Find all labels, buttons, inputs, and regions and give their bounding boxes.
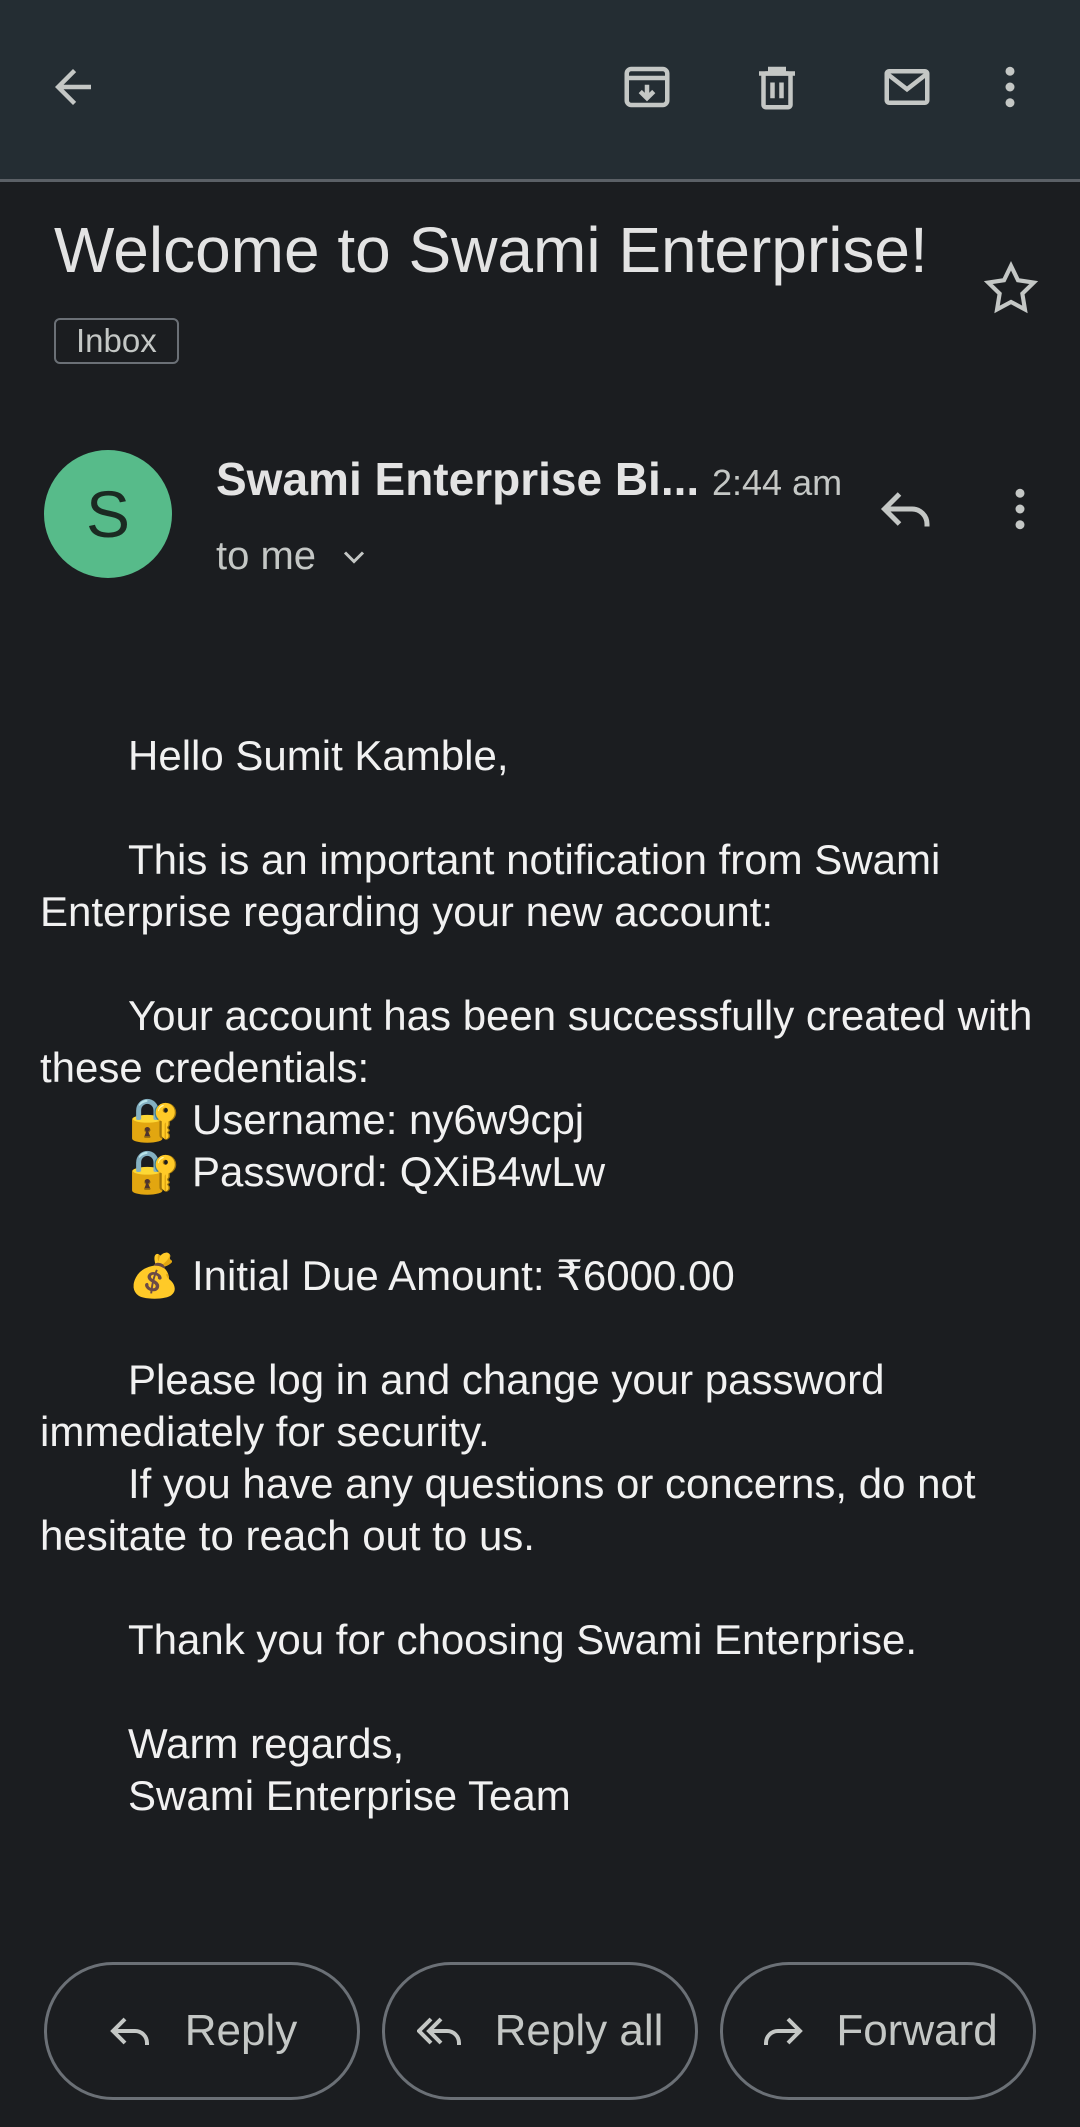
body-para-2: Your account has been successfully creat…: [40, 992, 1033, 1091]
reply-all-button[interactable]: Reply all: [382, 1962, 698, 2100]
reply-all-icon: [416, 2017, 461, 2045]
email-subject: Welcome to Swami Enterprise!: [54, 214, 928, 286]
more-vert-icon[interactable]: [980, 46, 1040, 128]
archive-icon[interactable]: [606, 46, 688, 128]
mark-unread-icon[interactable]: [866, 46, 948, 128]
action-bar: Reply Reply all Forward: [0, 1962, 1080, 2102]
reply-all-button-label: Reply all: [494, 2006, 664, 2055]
avatar-initial: S: [85, 477, 131, 551]
body-para-3: Please log in and change your password i…: [40, 1356, 885, 1455]
forward-button-label: Forward: [836, 2006, 998, 2055]
forward-icon: [764, 2017, 804, 2045]
delete-icon[interactable]: [736, 46, 818, 128]
reply-icon: [109, 2017, 149, 2045]
reply-button[interactable]: Reply: [44, 1962, 360, 2100]
inbox-label[interactable]: Inbox: [54, 318, 179, 364]
back-arrow-icon[interactable]: [32, 46, 114, 128]
avatar[interactable]: S: [44, 450, 172, 578]
password-line: 🔐 Password: QXiB4wLw: [128, 1148, 606, 1195]
star-icon[interactable]: [980, 258, 1050, 328]
username-line: 🔐 Username: ny6w9cpj: [128, 1096, 585, 1143]
body-closing: Warm regards,: [128, 1720, 405, 1767]
email-body: Hello Sumit Kamble, This is an important…: [40, 730, 1040, 1822]
forward-button[interactable]: Forward: [720, 1962, 1036, 2100]
reply-icon[interactable]: [868, 470, 946, 548]
body-signature: Swami Enterprise Team: [128, 1772, 571, 1819]
chevron-down-icon: [343, 550, 365, 564]
recipient-label: to me: [216, 534, 317, 578]
email-time: 2:44 am: [712, 462, 843, 503]
due-amount-line: 💰 Initial Due Amount: ₹6000.00: [128, 1252, 735, 1299]
body-greeting: Hello Sumit Kamble,: [128, 732, 509, 779]
reply-button-label: Reply: [184, 2006, 298, 2055]
body-thanks: Thank you for choosing Swami Enterprise.: [128, 1616, 918, 1663]
message-more-icon[interactable]: [990, 470, 1050, 548]
sender-name[interactable]: Swami Enterprise Bi...: [216, 452, 699, 506]
recipient-toggle[interactable]: to me: [216, 534, 372, 579]
body-para-1: This is an important notification from S…: [40, 836, 941, 935]
body-para-4: If you have any questions or concerns, d…: [40, 1460, 976, 1559]
top-toolbar: [0, 0, 1080, 182]
